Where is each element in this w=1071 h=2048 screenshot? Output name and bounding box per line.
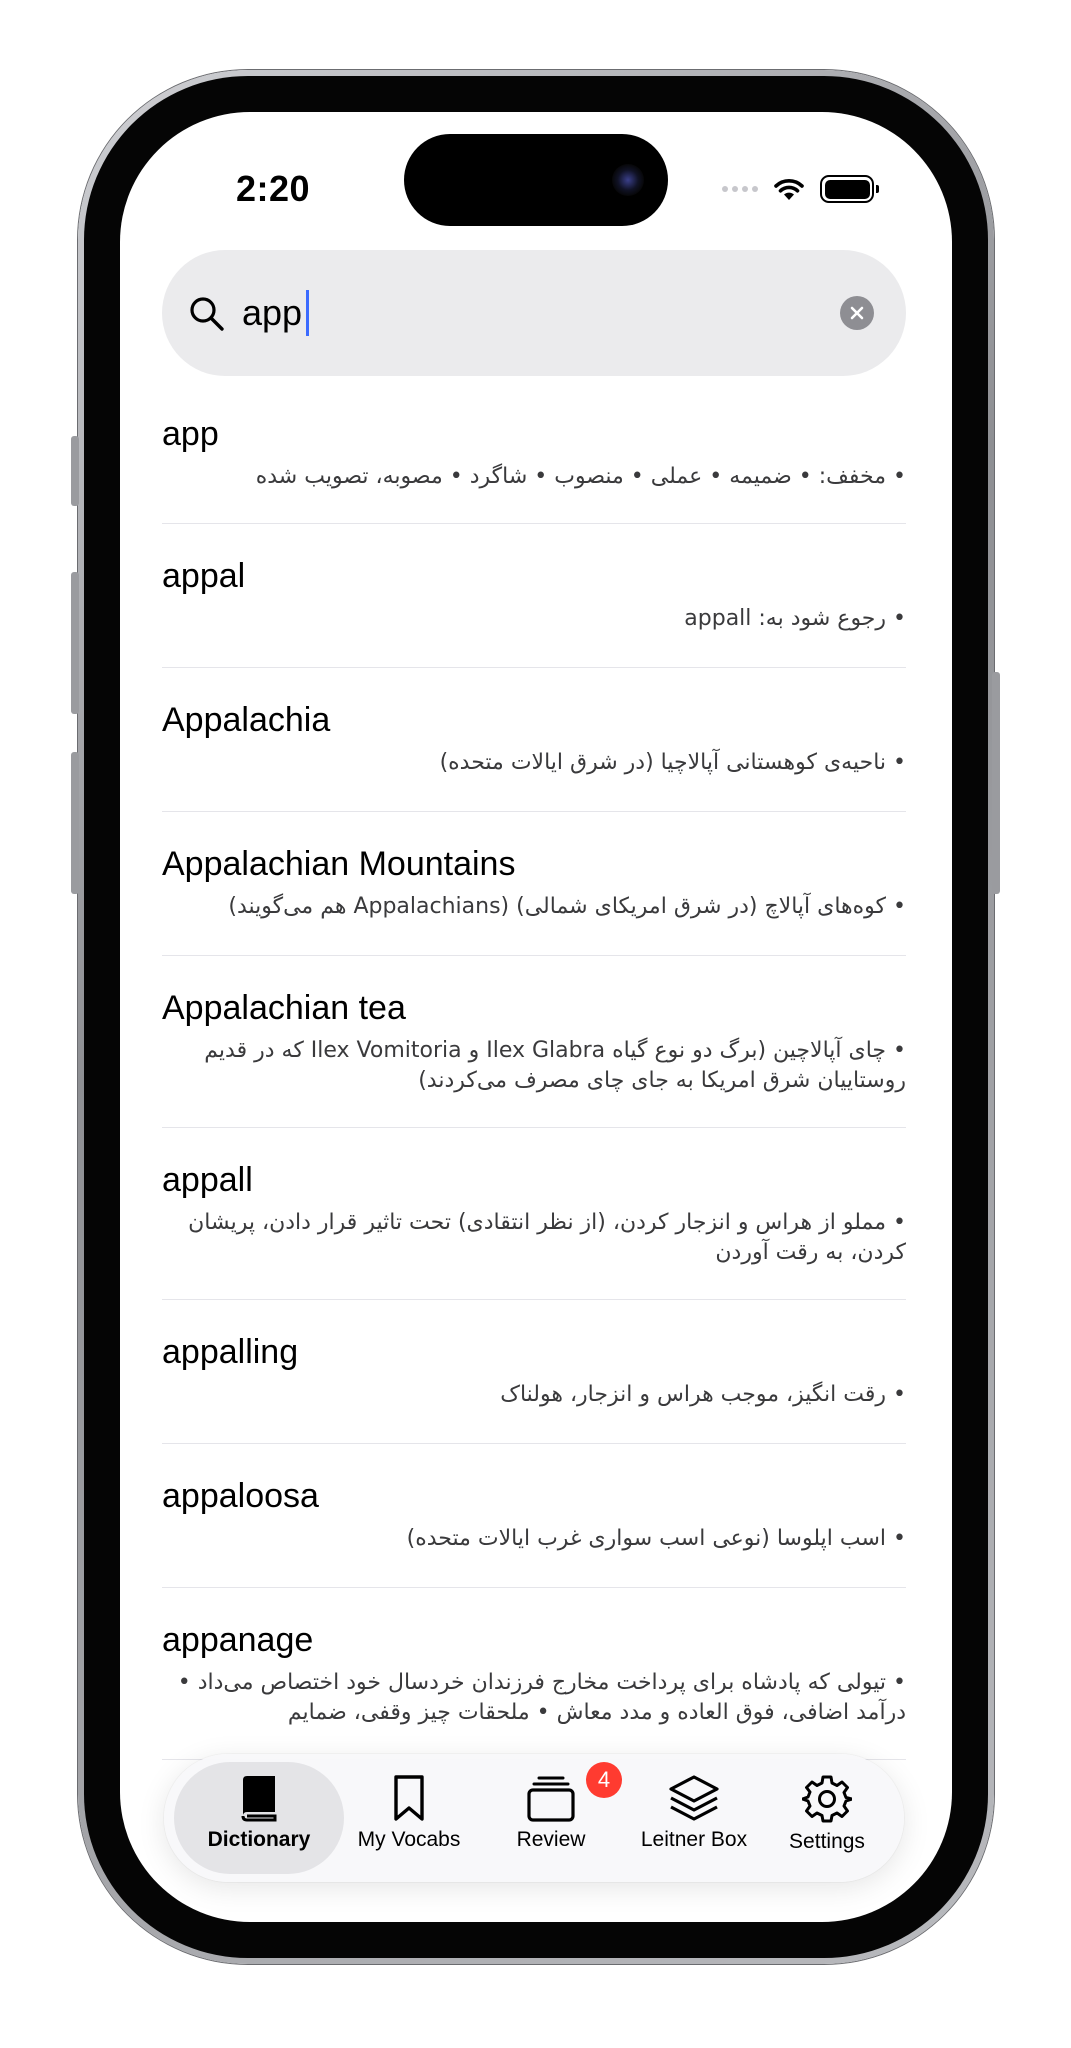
- battery-icon: [820, 175, 879, 203]
- layers-icon: [669, 1775, 719, 1821]
- entry-definition: • رجوع شود به: appall: [684, 606, 906, 631]
- search-input[interactable]: [242, 288, 802, 338]
- close-icon: [850, 306, 864, 320]
- search-bar[interactable]: [162, 250, 906, 376]
- tab-my-vocabs[interactable]: My Vocabs: [344, 1762, 474, 1874]
- entry-word: appanage: [162, 1621, 314, 1659]
- power-button: [992, 672, 1000, 894]
- entry-word: appaloosa: [162, 1477, 319, 1515]
- clear-search-button[interactable]: [840, 296, 874, 330]
- entry-definition: • چای آپالاچین (برگ دو نوع گیاه Ilex Gla…: [204, 1038, 906, 1093]
- entry-definition: • رقت انگیز، موجب هراس و انزجار، هولناک: [500, 1382, 906, 1407]
- entry-definition: • مخفف: • ضمیمه • عملی • منصوب • شاگرد •…: [255, 464, 906, 489]
- list-item[interactable]: Appalachian tea • چای آپالاچین (برگ دو ن…: [162, 956, 906, 1128]
- book-icon: [241, 1776, 277, 1822]
- entry-definition: • مملو از هراس و انزجار کردن، (از نظر ان…: [188, 1210, 906, 1265]
- entry-word: appalling: [162, 1333, 299, 1371]
- bookmark-icon: [394, 1775, 424, 1821]
- volume-up-button: [71, 572, 79, 714]
- tab-review-label: Review: [516, 1828, 586, 1851]
- text-cursor: [306, 290, 309, 336]
- wifi-icon: [774, 179, 804, 200]
- tab-settings[interactable]: Settings: [762, 1762, 892, 1874]
- tab-leitner-box-label: Leitner Box: [640, 1828, 748, 1851]
- screen: 2:20 app • مخفف: • ضمیمه • عملی • منصوب …: [120, 112, 952, 1922]
- entry-word: appal: [162, 557, 246, 595]
- list-item[interactable]: app • مخفف: • ضمیمه • عملی • منصوب • شاگ…: [162, 412, 906, 524]
- entry-word: Appalachia: [162, 701, 331, 739]
- status-time: 2:20: [236, 168, 311, 209]
- entry-word: Appalachian Mountains: [162, 845, 516, 883]
- list-item[interactable]: Appalachian Mountains • کوه‌های آپالاچ (…: [162, 812, 906, 956]
- dynamic-island: [404, 134, 668, 226]
- tab-dictionary[interactable]: Dictionary: [174, 1762, 344, 1874]
- list-item[interactable]: appalling • رقت انگیز، موجب هراس و انزجا…: [162, 1300, 906, 1444]
- tab-review[interactable]: 4 Review: [486, 1762, 622, 1874]
- review-badge: 4: [586, 1762, 622, 1798]
- entry-definition: • کوه‌های آپالاچ (در شرق امریکای شمالی) …: [228, 894, 906, 919]
- status-icons: [722, 174, 879, 204]
- action-button: [71, 436, 79, 506]
- gear-icon: [802, 1775, 852, 1823]
- list-item[interactable]: appal • رجوع شود به: appall: [162, 524, 906, 668]
- entry-definition: • تیولی که پادشاه برای پرداخت مخارج فرزن…: [177, 1670, 906, 1725]
- cellular-signal-icon: [722, 186, 758, 192]
- entry-word: appall: [162, 1161, 253, 1199]
- entry-word: Appalachian tea: [162, 989, 406, 1027]
- search-icon: [190, 297, 224, 331]
- entry-definition: • اسب اپلوسا (نوعی اسب سواری غرب ایالات …: [406, 1526, 906, 1551]
- entry-definition: • ناحیه‌ی کوهستانی آپالاچیا (در شرق ایال…: [439, 750, 906, 775]
- tab-dictionary-label: Dictionary: [207, 1828, 311, 1851]
- list-item[interactable]: appaloosa • اسب اپلوسا (نوعی اسب سواری غ…: [162, 1444, 906, 1588]
- results-list: app • مخفف: • ضمیمه • عملی • منصوب • شاگ…: [162, 412, 906, 1760]
- tab-settings-label: Settings: [789, 1830, 865, 1853]
- list-item[interactable]: appanage • تیولی که پادشاه برای پرداخت م…: [162, 1588, 906, 1760]
- tab-bar: Dictionary My Vocabs 4 Review Leitner Bo…: [164, 1754, 904, 1882]
- tab-my-vocabs-label: My Vocabs: [357, 1828, 461, 1851]
- camera-icon: [612, 164, 644, 196]
- tab-leitner-box[interactable]: Leitner Box: [619, 1762, 769, 1874]
- list-item[interactable]: appall • مملو از هراس و انزجار کردن، (از…: [162, 1128, 906, 1300]
- entry-word: app: [162, 415, 219, 453]
- list-item[interactable]: Appalachia • ناحیه‌ی کوهستانی آپالاچیا (…: [162, 668, 906, 812]
- cards-icon: [527, 1776, 575, 1822]
- volume-down-button: [71, 752, 79, 894]
